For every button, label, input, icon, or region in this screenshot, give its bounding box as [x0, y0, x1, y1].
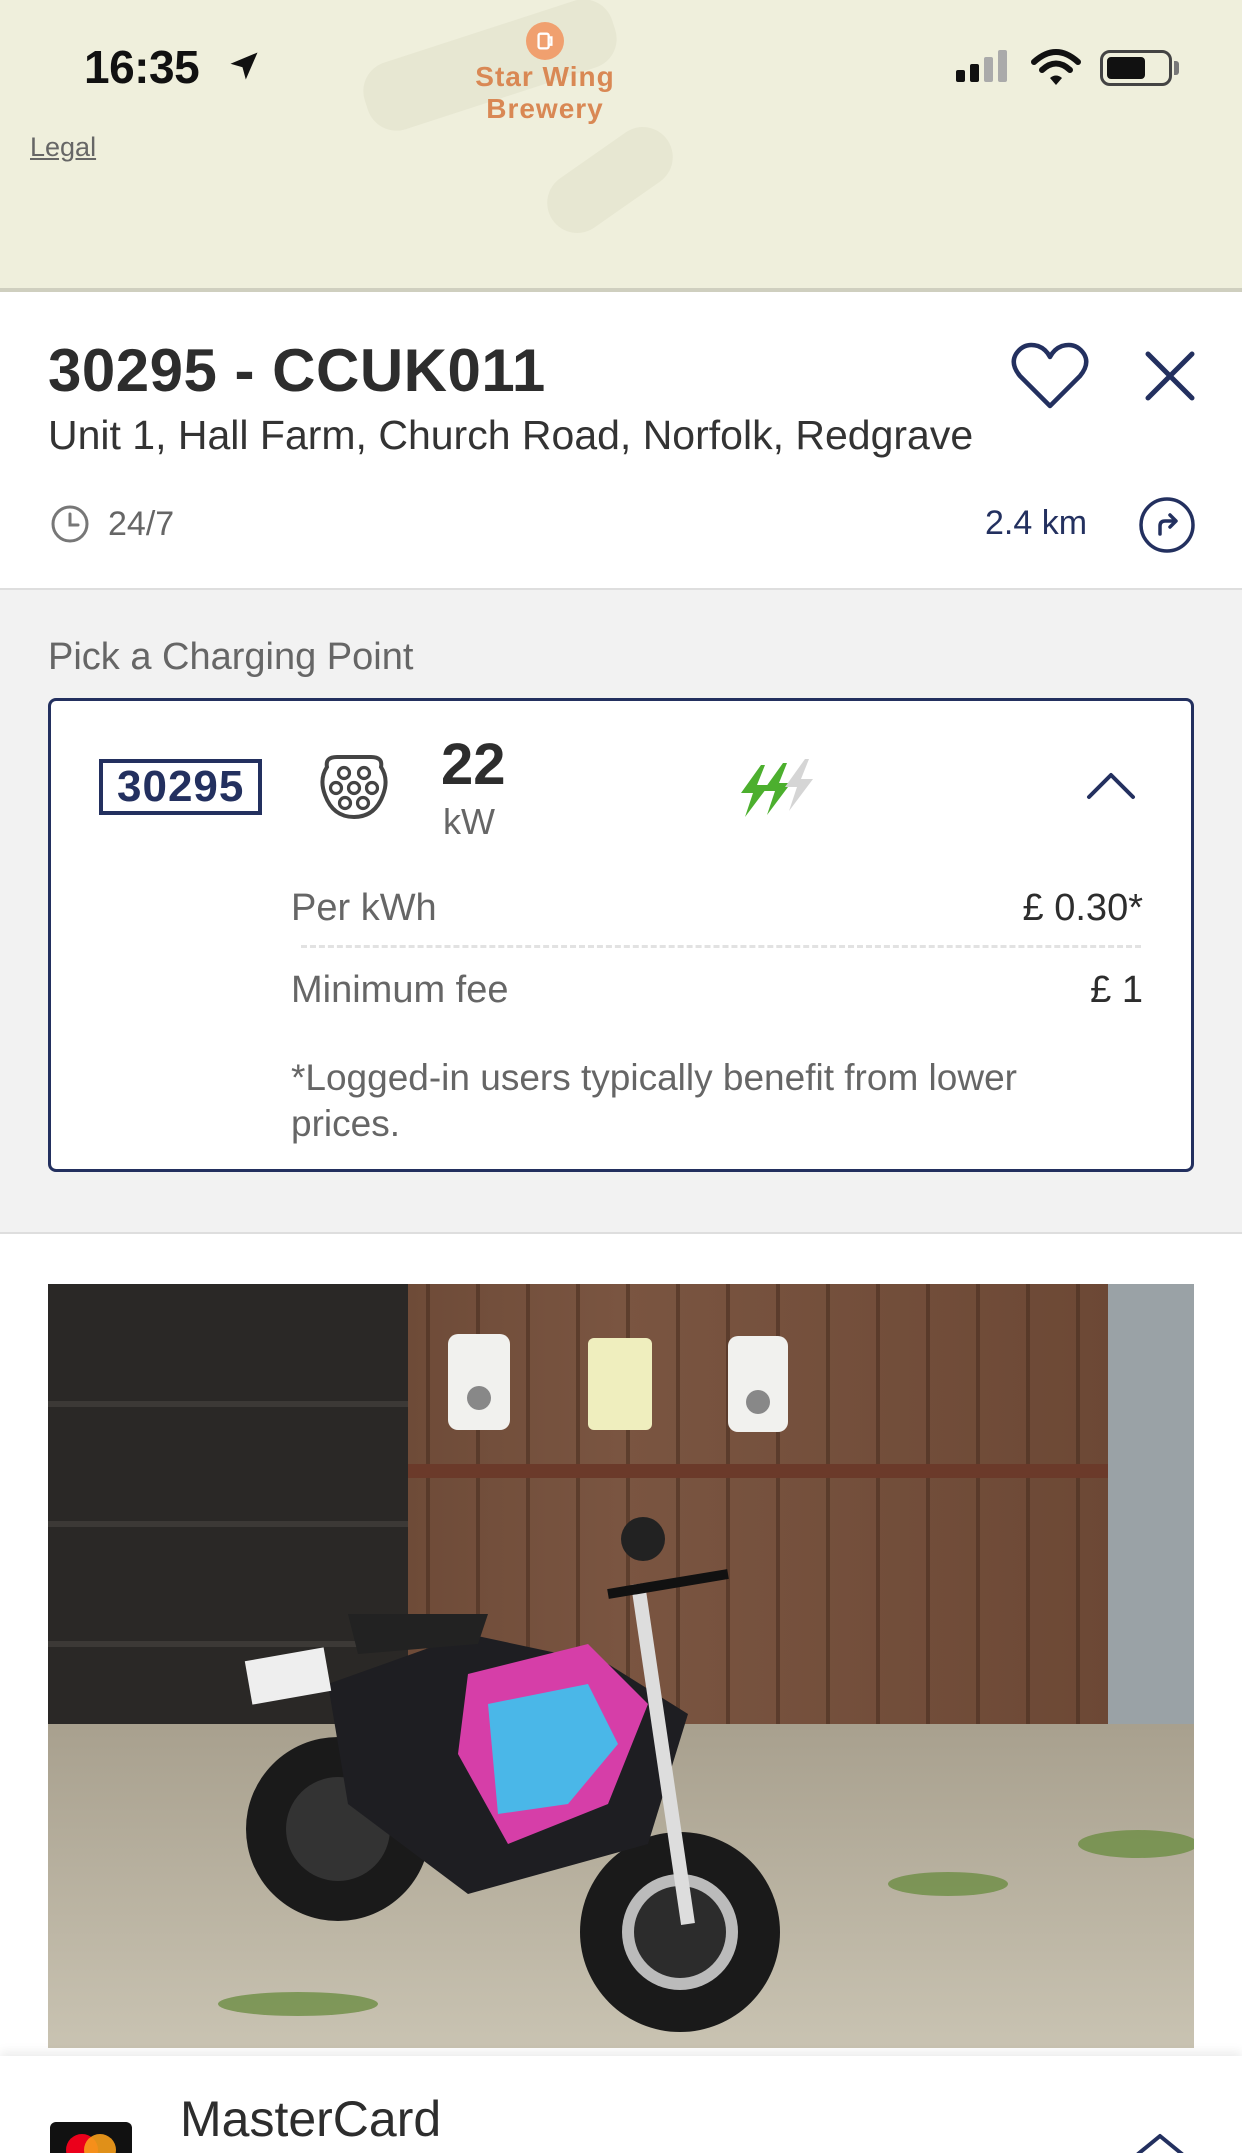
payment-card-name: MasterCard — [180, 2091, 442, 2147]
map-poi[interactable]: Star Wing Brewery — [470, 22, 620, 124]
payment-sheet[interactable]: MasterCard — [0, 2056, 1242, 2153]
pick-charging-point-label: Pick a Charging Point — [48, 636, 414, 678]
location-arrow-icon — [230, 52, 258, 80]
type2-connector-icon — [320, 755, 388, 820]
station-photo[interactable] — [48, 1284, 1194, 2048]
map-road — [535, 115, 685, 245]
station-title: 30295 - CCUK011 — [48, 337, 546, 404]
poi-label-line1: Star Wing — [475, 61, 615, 92]
charging-speed-icon — [741, 759, 813, 817]
mastercard-logo-icon — [50, 2122, 132, 2153]
charging-point-card[interactable]: 30295 22 kW Per kWh £ 0.30* Minimum fee … — [48, 698, 1194, 1172]
minimum-fee-row: Minimum fee £ 1 — [291, 969, 1143, 1012]
brewery-icon — [526, 22, 564, 60]
price-per-kwh-value: £ 0.30* — [1022, 887, 1143, 929]
power-value: 22 — [441, 732, 506, 797]
station-address: Unit 1, Hall Farm, Church Road, Norfolk,… — [48, 412, 974, 458]
favorite-heart-icon[interactable] — [1010, 340, 1090, 412]
price-per-kwh-label: Per kWh — [291, 887, 437, 929]
opening-hours: 24/7 — [50, 504, 174, 544]
chevron-up-icon[interactable] — [1130, 2132, 1190, 2153]
price-per-kwh-row: Per kWh £ 0.30* — [291, 887, 1143, 930]
clock-icon — [51, 505, 89, 543]
poi-label-line2: Brewery — [486, 93, 604, 124]
battery-icon — [1100, 50, 1172, 86]
station-photo-image — [48, 1284, 1194, 2048]
cellular-signal-icon — [956, 50, 1007, 82]
directions-icon[interactable] — [1138, 496, 1196, 554]
distance-label: 2.4 km — [985, 504, 1088, 542]
minimum-fee-value: £ 1 — [1090, 969, 1143, 1011]
power-unit: kW — [443, 801, 495, 842]
legal-link[interactable]: Legal — [30, 132, 96, 163]
minimum-fee-label: Minimum fee — [291, 969, 509, 1011]
hours-label: 24/7 — [108, 504, 175, 543]
close-icon[interactable] — [1140, 346, 1200, 406]
pricing-note: *Logged-in users typically benefit from … — [291, 1057, 1017, 1144]
chevron-up-icon[interactable] — [1081, 765, 1141, 805]
price-divider — [301, 945, 1141, 948]
status-time: 16:35 — [84, 41, 200, 93]
battery-cap — [1174, 61, 1179, 75]
charging-point-id: 30295 — [99, 759, 263, 815]
wifi-icon — [1031, 49, 1081, 85]
map-divider — [0, 288, 1242, 292]
